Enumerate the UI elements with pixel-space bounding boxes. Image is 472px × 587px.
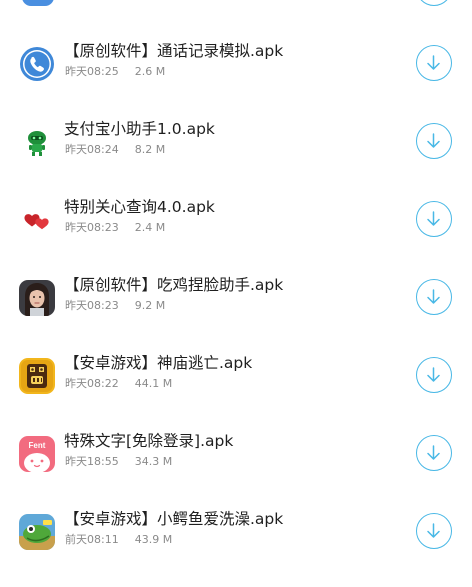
file-meta: 昨天08:23 9.2 M	[65, 299, 165, 313]
download-button[interactable]	[416, 201, 452, 237]
file-name: 【安卓游戏】小鳄鱼爱洗澡.apk	[64, 510, 284, 528]
font-app-icon-label: Fent	[29, 441, 46, 450]
file-meta: 昨天08:25 2.6 M	[65, 65, 165, 79]
list-item[interactable]: 【原创软件】吃鸡捏脸助手.apk 昨天08:23 9.2 M	[0, 275, 472, 353]
download-arrow-icon	[427, 133, 440, 148]
list-item[interactable]: 【安卓游戏】小鳄鱼爱洗澡.apk 前天08:11 43.9 M	[0, 509, 472, 587]
download-button[interactable]	[416, 45, 452, 81]
file-meta: 昨天18:55 34.3 M	[65, 455, 172, 469]
file-meta: 前天08:11 43.9 M	[65, 533, 172, 547]
file-time: 昨天08:22	[65, 377, 119, 390]
file-time: 前天08:11	[65, 533, 119, 546]
file-size: 43.9 M	[134, 533, 173, 546]
file-size: 8.2 M	[134, 143, 166, 156]
file-name: 【安卓游戏】神庙逃亡.apk	[64, 354, 253, 372]
download-arrow-icon	[427, 289, 440, 304]
download-button[interactable]	[416, 123, 452, 159]
file-time: 昨天08:23	[65, 221, 119, 234]
hearts-icon	[19, 202, 55, 238]
file-meta: 昨天08:24 8.2 M	[65, 143, 165, 157]
list-item[interactable]: 特别关心查询4.0.apk 昨天08:23 2.4 M	[0, 197, 472, 275]
green-robot-icon	[19, 124, 55, 160]
font-app-icon: Fent	[19, 436, 55, 472]
file-name: 支付宝小助手1.0.apk	[64, 120, 215, 138]
download-arrow-icon	[427, 367, 440, 382]
file-name: 特殊文字[免除登录].apk	[64, 432, 234, 450]
file-meta: 昨天08:22 44.1 M	[65, 377, 172, 391]
download-button[interactable]	[416, 435, 452, 471]
file-size: 2.6 M	[134, 65, 166, 78]
list-item[interactable]: 支付宝小助手1.0.apk 昨天08:24 8.2 M	[0, 119, 472, 197]
download-arrow-icon	[427, 211, 440, 226]
file-meta: 昨天08:23 2.4 M	[65, 221, 165, 235]
file-time: 昨天08:23	[65, 299, 119, 312]
temple-run-icon	[19, 358, 55, 394]
file-size: 2.4 M	[134, 221, 166, 234]
list-item[interactable]: 【原创软件】通话记录模拟.apk 昨天08:25 2.6 M	[0, 41, 472, 119]
file-name: 【原创软件】通话记录模拟.apk	[64, 42, 284, 60]
download-arrow-icon	[427, 523, 440, 538]
list-item[interactable]: 【安卓游戏】神庙逃亡.apk 昨天08:22 44.1 M	[0, 353, 472, 431]
file-size: 9.2 M	[134, 299, 166, 312]
download-arrow-icon	[427, 55, 440, 70]
download-arrow-icon	[427, 445, 440, 460]
character-face-icon	[19, 280, 55, 316]
file-time: 昨天18:55	[65, 455, 119, 468]
download-button[interactable]	[416, 279, 452, 315]
download-button[interactable]	[416, 513, 452, 549]
file-name: 特别关心查询4.0.apk	[64, 198, 215, 216]
download-button[interactable]	[416, 357, 452, 393]
file-size: 34.3 M	[134, 455, 173, 468]
file-time: 昨天08:24	[65, 143, 119, 156]
crocodile-game-icon	[19, 514, 55, 550]
phone-icon	[19, 46, 55, 82]
file-time: 昨天08:25	[65, 65, 119, 78]
file-name: 【原创软件】吃鸡捏脸助手.apk	[64, 276, 284, 294]
clipped-app-icon	[22, 0, 54, 6]
clipped-download-button[interactable]	[416, 0, 452, 6]
previous-item-clipped	[0, 0, 472, 6]
list-item[interactable]: Fent 特殊文字[免除登录].apk 昨天18:55 34.3 M	[0, 431, 472, 509]
file-size: 44.1 M	[134, 377, 173, 390]
